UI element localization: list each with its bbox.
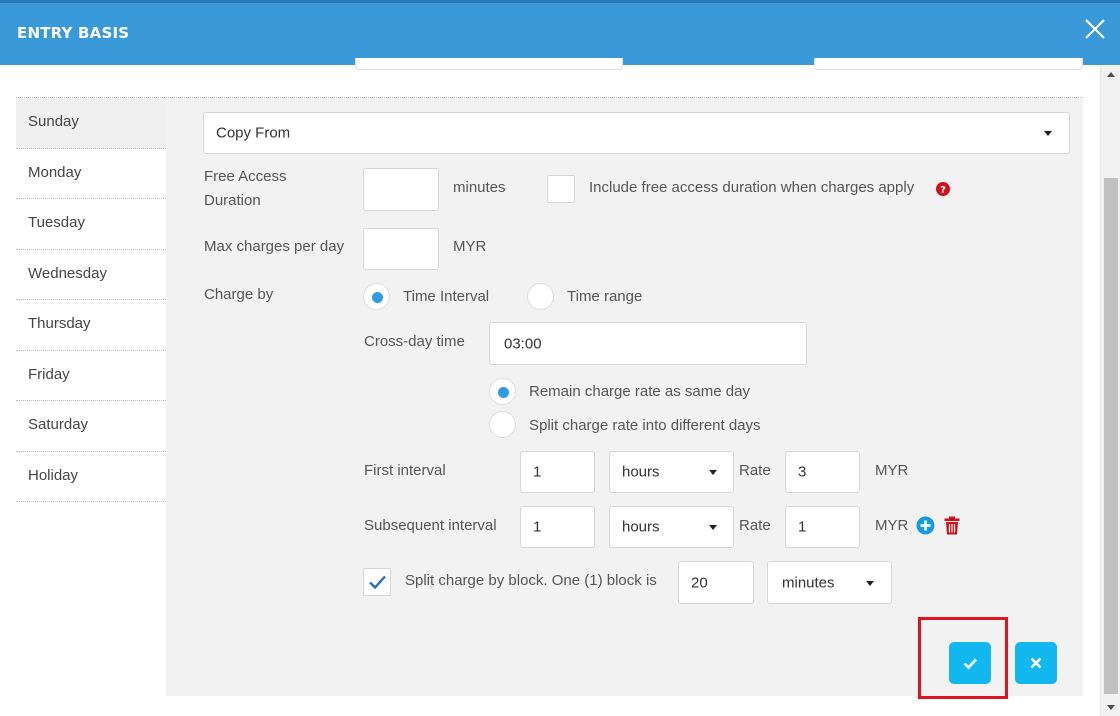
first-rate-label: Rate xyxy=(739,462,771,479)
first-interval-unit-select[interactable]: hours xyxy=(609,451,734,493)
cross-day-input[interactable]: 03:00 xyxy=(489,322,807,365)
first-currency: MYR xyxy=(875,462,909,479)
radio-time-interval[interactable] xyxy=(363,283,390,310)
charge-by-label: Charge by xyxy=(204,286,274,303)
scroll-down-icon[interactable] xyxy=(1107,705,1115,710)
first-interval-label: First interval xyxy=(364,462,446,479)
scroll-thumb[interactable] xyxy=(1104,178,1118,694)
max-charges-input[interactable] xyxy=(363,228,439,270)
split-days-label: Split charge rate into different days xyxy=(529,417,761,434)
radio-split-days[interactable] xyxy=(489,411,516,438)
chevron-down-icon xyxy=(709,525,717,530)
subsequent-interval-unit-select[interactable]: hours xyxy=(609,506,734,548)
subsequent-currency: MYR xyxy=(875,517,909,534)
include-free-access-checkbox[interactable] xyxy=(547,175,575,203)
include-free-access-label: Include free access duration when charge… xyxy=(589,179,915,196)
sidebar-item-sunday[interactable]: Sunday xyxy=(16,98,166,149)
max-charges-label: Max charges per day xyxy=(204,238,345,255)
x-icon xyxy=(1030,657,1042,669)
block-unit-select[interactable]: minutes xyxy=(767,561,892,604)
scroll-up-icon[interactable] xyxy=(1107,72,1115,77)
cancel-button[interactable] xyxy=(1015,642,1057,684)
help-icon[interactable]: ? xyxy=(936,181,950,196)
modal-title: ENTRY BASIS xyxy=(17,24,130,42)
remain-same-day-label: Remain charge rate as same day xyxy=(529,383,750,400)
copy-from-select[interactable]: Copy From xyxy=(203,112,1070,154)
check-icon xyxy=(369,575,386,590)
sidebar-item-thursday[interactable]: Thursday xyxy=(16,300,166,351)
modal-header: ENTRY BASIS xyxy=(0,0,1120,65)
free-access-unit: minutes xyxy=(453,179,506,196)
subsequent-rate-label: Rate xyxy=(739,517,771,534)
check-icon xyxy=(963,658,977,670)
subsequent-interval-label: Subsequent interval xyxy=(364,517,497,534)
block-size-input[interactable]: 20 xyxy=(678,561,754,604)
partial-input-left xyxy=(355,58,623,70)
confirm-button[interactable] xyxy=(949,642,991,684)
partial-input-right xyxy=(814,58,1083,70)
free-access-label-1: Free Access xyxy=(204,168,287,185)
split-block-label: Split charge by block. One (1) block is xyxy=(405,572,657,589)
split-block-checkbox[interactable] xyxy=(363,568,391,596)
max-charges-unit: MYR xyxy=(453,238,487,255)
sidebar-item-wednesday[interactable]: Wednesday xyxy=(16,250,166,300)
time-range-label: Time range xyxy=(567,288,643,305)
add-circle-icon[interactable] xyxy=(916,516,935,535)
chevron-down-icon xyxy=(709,470,717,475)
cross-day-label: Cross-day time xyxy=(364,333,465,350)
chevron-down-icon xyxy=(1044,131,1052,136)
free-access-label-2: Duration xyxy=(204,192,261,209)
chevron-down-icon xyxy=(866,580,874,586)
radio-time-range[interactable] xyxy=(527,283,554,310)
sidebar-item-monday[interactable]: Monday xyxy=(16,149,166,199)
free-access-input[interactable] xyxy=(363,168,439,211)
subsequent-rate-input[interactable]: 1 xyxy=(785,506,860,548)
svg-text:?: ? xyxy=(940,185,946,196)
time-interval-label: Time Interval xyxy=(403,288,490,305)
radio-remain-same-day[interactable] xyxy=(489,378,516,405)
copy-from-value: Copy From xyxy=(216,124,291,142)
sidebar-item-tuesday[interactable]: Tuesday xyxy=(16,199,166,250)
sidebar-item-holiday[interactable]: Holiday xyxy=(16,452,166,502)
sidebar-item-saturday[interactable]: Saturday xyxy=(16,401,166,452)
trash-icon[interactable] xyxy=(944,516,960,535)
close-icon[interactable] xyxy=(1082,16,1108,42)
first-interval-input[interactable]: 1 xyxy=(520,451,595,493)
scrollbar[interactable] xyxy=(1100,65,1120,716)
first-rate-input[interactable]: 3 xyxy=(785,451,860,493)
sidebar-item-friday[interactable]: Friday xyxy=(16,351,166,401)
day-sidebar: Sunday Monday Tuesday Wednesday Thursday… xyxy=(16,98,166,502)
subsequent-interval-input[interactable]: 1 xyxy=(520,506,595,548)
